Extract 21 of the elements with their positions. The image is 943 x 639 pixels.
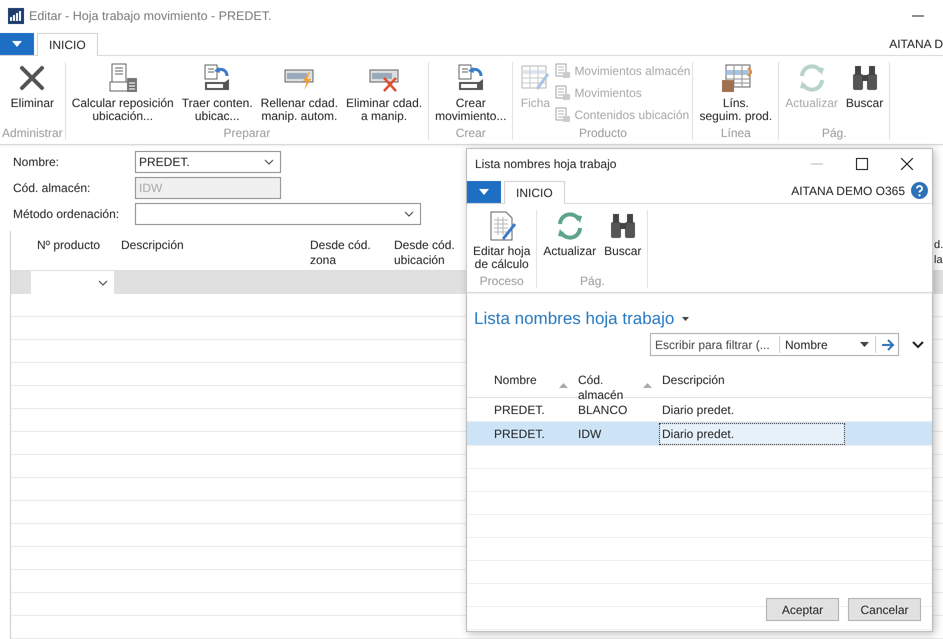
table-cell-text: BLANCO bbox=[577, 402, 628, 418]
group-label: Pág. bbox=[822, 126, 847, 140]
table-cell-text: PREDET. bbox=[493, 402, 546, 418]
window-title: Editar - Hoja trabajo movimiento - PREDET. bbox=[29, 9, 272, 23]
table-cell: Diario predet. bbox=[659, 422, 845, 444]
dialog-title: Lista nombres hoja trabajo bbox=[475, 156, 616, 170]
company-name: AITANA DEMO O365 bbox=[791, 184, 905, 198]
table-cell-text: IDW bbox=[577, 426, 602, 442]
field-label: Cód. almacén: bbox=[13, 181, 92, 195]
table-cell-text: PREDET. bbox=[493, 426, 546, 442]
group-label: Crear bbox=[456, 126, 486, 140]
group-label: Línea bbox=[720, 126, 751, 140]
group-label: Producto bbox=[578, 126, 627, 140]
group-label: Administrar bbox=[2, 126, 63, 140]
field-label: Nombre: bbox=[13, 155, 60, 169]
table-cell-text: Diario predet. bbox=[661, 402, 736, 418]
company-name: AITANA D bbox=[889, 36, 943, 50]
field-label: Método ordenación: bbox=[13, 207, 120, 221]
group-label: Pág. bbox=[580, 274, 605, 288]
group-label: Proceso bbox=[480, 274, 524, 288]
group-label: Preparar bbox=[224, 126, 270, 140]
